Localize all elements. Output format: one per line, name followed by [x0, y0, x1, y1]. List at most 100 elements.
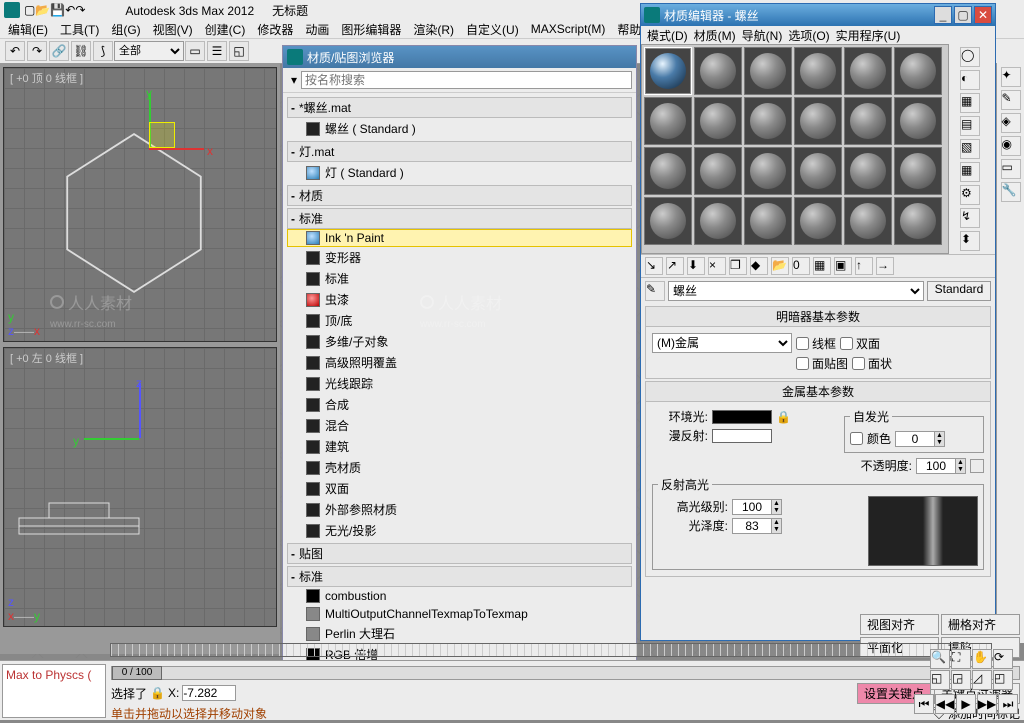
fov-icon[interactable]: ◿ [972, 670, 992, 690]
shader-select[interactable]: (M)金属 [652, 333, 792, 353]
tree-item[interactable]: 混合 [287, 415, 632, 436]
save-icon[interactable]: 💾 [50, 3, 65, 17]
sample-slot[interactable] [694, 197, 742, 245]
max-toggle-icon[interactable]: ◰ [993, 670, 1013, 690]
search-input[interactable] [301, 71, 632, 89]
view-align-button[interactable]: 视图对齐 [860, 614, 939, 635]
browser-tree[interactable]: -*螺丝.mat螺丝 ( Standard )-灯.mat灯 ( Standar… [283, 93, 636, 713]
gloss-value[interactable] [732, 518, 772, 534]
unlink-button[interactable]: ⛓ [71, 41, 91, 61]
go-parent-icon[interactable]: ↑ [855, 257, 873, 275]
new-icon[interactable]: ▢ [24, 3, 35, 17]
link-button[interactable]: 🔗 [49, 41, 69, 61]
select-by-mat-icon[interactable]: ↯ [960, 208, 980, 228]
menu-grapheditors[interactable]: 图形编辑器 [337, 21, 405, 38]
med-titlebar[interactable]: 材质编辑器 - 螺丝 _ ▢ ✕ [641, 4, 995, 26]
sample-slot[interactable] [744, 47, 792, 95]
menu-maxscript[interactable]: MAXScript(M) [527, 22, 610, 36]
menu-group[interactable]: 组(G) [107, 21, 144, 38]
tree-item[interactable]: 变形器 [287, 247, 632, 268]
prev-frame-icon[interactable]: ◀◀ [935, 694, 955, 714]
preview-icon[interactable]: ▦ [960, 162, 980, 182]
sample-slot[interactable] [694, 147, 742, 195]
tree-item[interactable]: 合成 [287, 394, 632, 415]
play-icon[interactable]: ▶ [956, 694, 976, 714]
tree-item[interactable]: 虫漆 [287, 289, 632, 310]
backlight-icon[interactable]: ◐ [960, 70, 980, 90]
time-slider[interactable]: 0 / 100 [111, 666, 1020, 680]
tree-group-header[interactable]: -灯.mat [287, 141, 632, 162]
sample-slot[interactable] [844, 97, 892, 145]
hierarchy-tab-icon[interactable]: ◈ [1001, 113, 1021, 133]
minimize-button[interactable]: _ [934, 6, 952, 24]
tree-item[interactable]: 灯 ( Standard ) [287, 162, 632, 183]
go-forward-icon[interactable]: → [876, 257, 894, 275]
menu-custom[interactable]: 自定义(U) [462, 21, 523, 38]
opacity-map-slot[interactable] [970, 459, 984, 473]
med-menu-material[interactable]: 材质(M) [692, 27, 738, 44]
grid-align-button[interactable]: 栅格对齐 [941, 614, 1020, 635]
viewport-top[interactable]: [ +0 顶 0 线框 ] y x yz——x [3, 67, 277, 342]
tree-item[interactable]: combustion [287, 587, 632, 605]
maxscript-listener[interactable]: Max to Physcs ( [2, 664, 106, 718]
lock-icon[interactable]: 🔒 [150, 686, 165, 700]
zoom-icon[interactable]: 🔍 [930, 649, 950, 669]
show-end-icon[interactable]: ▣ [834, 257, 852, 275]
speclevel-value[interactable] [732, 499, 772, 515]
menu-create[interactable]: 创建(C) [201, 21, 250, 38]
modify-tab-icon[interactable]: ✎ [1001, 90, 1021, 110]
uv-tile-icon[interactable]: ▤ [960, 116, 980, 136]
med-menu-options[interactable]: 选项(O) [786, 27, 831, 44]
med-menu-nav[interactable]: 导航(N) [740, 27, 785, 44]
sample-slot[interactable] [794, 97, 842, 145]
viewport-label-top[interactable]: [ +0 顶 0 线框 ] [10, 70, 83, 86]
sample-slot[interactable] [644, 47, 692, 95]
browser-titlebar[interactable]: 材质/贴图浏览器 [283, 46, 636, 68]
sample-slot[interactable] [794, 197, 842, 245]
coord-x-input[interactable] [182, 685, 236, 701]
select-name-button[interactable]: ☰ [207, 41, 227, 61]
put-to-scene-icon[interactable]: ↗ [666, 257, 684, 275]
close-button[interactable]: ✕ [974, 6, 992, 24]
eyedropper-icon[interactable]: ✎ [645, 281, 665, 301]
ambient-swatch[interactable] [712, 410, 772, 424]
redo-icon[interactable]: ↷ [75, 3, 85, 17]
put-to-lib-icon[interactable]: 📂 [771, 257, 789, 275]
sample-slot[interactable] [794, 47, 842, 95]
opacity-value[interactable] [916, 458, 956, 474]
viewport-label-left[interactable]: [ +0 左 0 线框 ] [10, 350, 83, 366]
redo-button[interactable]: ↷ [27, 41, 47, 61]
rollout-header[interactable]: 金属基本参数 [646, 382, 990, 402]
faceted-checkbox[interactable] [852, 357, 865, 370]
menu-render[interactable]: 渲染(R) [409, 21, 458, 38]
tree-group-header[interactable]: -*螺丝.mat [287, 97, 632, 118]
sample-slot[interactable] [844, 197, 892, 245]
zoom-ext-all-icon[interactable]: ◲ [951, 670, 971, 690]
reset-icon[interactable]: × [708, 257, 726, 275]
tree-item[interactable]: 高级照明覆盖 [287, 352, 632, 373]
sample-slot[interactable] [644, 197, 692, 245]
spinner-arrows[interactable]: ▲▼ [935, 431, 945, 447]
bind-button[interactable]: ⟆ [93, 41, 113, 61]
spinner-arrows[interactable]: ▲▼ [956, 458, 966, 474]
menu-modifiers[interactable]: 修改器 [253, 21, 297, 38]
viewport-left[interactable]: [ +0 左 0 线框 ] z y zx——y [3, 347, 277, 627]
sample-slot[interactable] [894, 197, 942, 245]
tree-item[interactable]: 顶/底 [287, 310, 632, 331]
tree-item[interactable]: 标准 [287, 268, 632, 289]
menu-view[interactable]: 视图(V) [149, 21, 197, 38]
rollout-header[interactable]: 明暗器基本参数 [646, 307, 990, 327]
sample-slot[interactable] [894, 147, 942, 195]
assign-icon[interactable]: ⬇ [687, 257, 705, 275]
tree-item[interactable]: 外部参照材质 [287, 499, 632, 520]
sample-slot[interactable] [894, 97, 942, 145]
tree-group-header[interactable]: -标准 [287, 566, 632, 587]
mtl-map-nav-icon[interactable]: ⬍ [960, 231, 980, 251]
diffuse-swatch[interactable] [712, 429, 772, 443]
spinner-arrows[interactable]: ▲▼ [772, 499, 782, 515]
goto-start-icon[interactable]: ⏮ [914, 694, 934, 714]
selfillum-value[interactable] [895, 431, 935, 447]
tree-item[interactable]: 壳材质 [287, 457, 632, 478]
sample-slot[interactable] [744, 197, 792, 245]
utilities-tab-icon[interactable]: 🔧 [1001, 182, 1021, 202]
